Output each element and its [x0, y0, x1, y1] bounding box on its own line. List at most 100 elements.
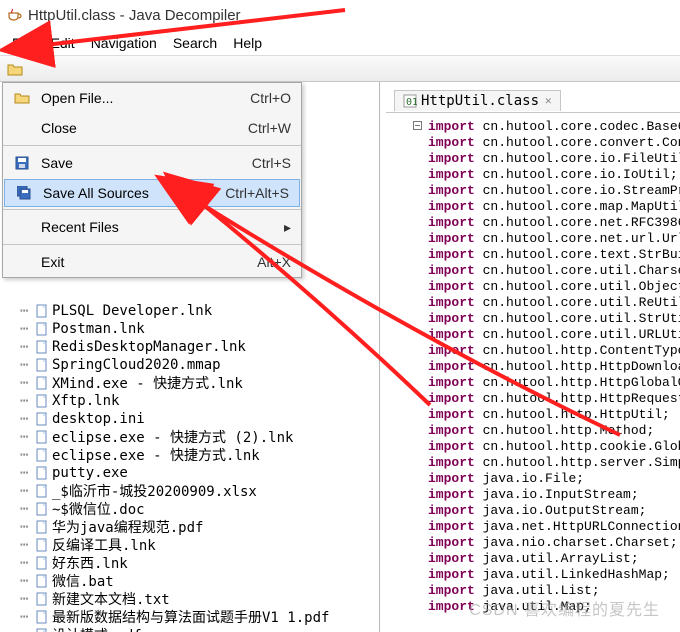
tree-item[interactable]: ⋯新建文本文档.txt [0, 590, 379, 608]
tree-twisty: ⋯ [20, 591, 34, 607]
tree-item[interactable]: ⋯好东西.lnk [0, 554, 379, 572]
code-text: import java.util.LinkedHashMap; [428, 567, 670, 583]
editor-tab[interactable]: 01 HttpUtil.class ✕ [394, 90, 561, 111]
tree-twisty: ⋯ [20, 339, 34, 355]
menu-item-save[interactable]: Save Ctrl+S [3, 148, 301, 178]
gutter [406, 343, 428, 359]
tree-item[interactable]: ⋯XMind.exe - 快捷方式.lnk [0, 374, 379, 392]
tree-item-label: SpringCloud2020.mmap [52, 357, 221, 373]
tree-item[interactable]: ⋯Xftp.lnk [0, 392, 379, 410]
tree-item[interactable]: ⋯微信.bat [0, 572, 379, 590]
save-icon [13, 156, 31, 170]
code-line: import java.nio.charset.Charset; [406, 535, 680, 551]
tree-item-label: eclipse.exe - 快捷方式.lnk [52, 445, 260, 465]
file-icon [34, 627, 50, 632]
code-line: import cn.hutool.core.io.StreamProgr [406, 183, 680, 199]
menu-item-recent[interactable]: Recent Files ▸ [3, 212, 301, 242]
menu-file[interactable]: File [4, 31, 43, 55]
tree-item[interactable]: ⋯_$临沂市-城投20200909.xlsx [0, 482, 379, 500]
tree-item[interactable]: ⋯eclipse.exe - 快捷方式.lnk [0, 446, 379, 464]
tree-item[interactable]: ⋯SpringCloud2020.mmap [0, 356, 379, 374]
close-icon[interactable]: ✕ [545, 94, 552, 107]
menu-item-shortcut: Ctrl+S [252, 155, 291, 171]
gutter [406, 199, 428, 215]
tree-item[interactable]: ⋯ putty.exe [0, 464, 379, 482]
tree-item[interactable]: ⋯~$微信位.doc [0, 500, 379, 518]
menu-edit[interactable]: Edit [43, 31, 83, 55]
menu-item-save-all-sources[interactable]: Save All Sources Ctrl+Alt+S [4, 179, 300, 207]
tree-item[interactable]: ⋯最新版数据结构与算法面试题手册V1 1.pdf [0, 608, 379, 626]
tree-item[interactable]: ⋯反编译工具.lnk [0, 536, 379, 554]
menu-item-open[interactable]: Open File... Ctrl+O [3, 83, 301, 113]
menu-sep [3, 145, 301, 146]
gutter [406, 151, 428, 167]
editor-pane: 01 HttpUtil.class ✕ import cn.hutool.cor… [380, 82, 680, 632]
toolbar-open-icon[interactable] [6, 60, 24, 78]
tree-twisty: ⋯ [20, 501, 34, 517]
code-line: import cn.hutool.core.text.StrBuilde [406, 247, 680, 263]
tree-item-label: 微信.bat [52, 571, 114, 591]
menu-item-label: Exit [41, 254, 257, 270]
code-text: import cn.hutool.core.io.StreamProgr [428, 183, 680, 199]
tree-twisty: ⋯ [20, 429, 34, 445]
code-line: import java.net.HttpURLConnection; [406, 519, 680, 535]
fold-icon[interactable] [413, 121, 422, 130]
title-bar: HttpUtil.class - Java Decompiler [0, 0, 680, 30]
code-text: import cn.hutool.core.util.StrUtil; [428, 311, 680, 327]
gutter [406, 183, 428, 199]
file-tree[interactable]: ⋯PLSQL Developer.lnk⋯Postman.lnk⋯RedisDe… [0, 300, 379, 632]
code-area[interactable]: import cn.hutool.core.codec.Base64; impor… [386, 112, 680, 615]
menu-item-close[interactable]: Close Ctrl+W [3, 113, 301, 143]
menu-item-exit[interactable]: Exit Alt+X [3, 247, 301, 277]
tree-item-label: putty.exe [52, 465, 128, 481]
code-line: import cn.hutool.core.util.CharsetUt [406, 263, 680, 279]
menu-bar: File Edit Navigation Search Help [0, 30, 680, 56]
menu-search[interactable]: Search [165, 31, 225, 55]
window-title: HttpUtil.class - Java Decompiler [28, 7, 241, 24]
file-icon [34, 591, 50, 607]
tree-item-label: 反编译工具.lnk [52, 535, 156, 555]
tree-item[interactable]: ⋯PLSQL Developer.lnk [0, 302, 379, 320]
gutter [406, 279, 428, 295]
code-line: import cn.hutool.core.net.RFC3986; [406, 215, 680, 231]
editor-tab-bar: 01 HttpUtil.class ✕ [386, 88, 680, 112]
menu-item-label: Save [41, 155, 252, 171]
code-line: import cn.hutool.core.util.StrUtil; [406, 311, 680, 327]
tree-twisty: ⋯ [20, 411, 34, 427]
tree-item[interactable]: ⋯ RedisDesktopManager.lnk [0, 338, 379, 356]
gutter [406, 295, 428, 311]
code-line: import cn.hutool.core.codec.Base64; [406, 119, 680, 135]
tree-item[interactable]: ⋯华为java编程规范.pdf [0, 518, 379, 536]
tree-twisty: ⋯ [20, 519, 34, 535]
code-line: import java.io.OutputStream; [406, 503, 680, 519]
code-text: import cn.hutool.core.util.ReUtil; [428, 295, 680, 311]
file-icon [34, 321, 50, 337]
app-icon [6, 7, 22, 23]
tree-item-label: PLSQL Developer.lnk [52, 303, 212, 319]
gutter [406, 503, 428, 519]
menu-navigation[interactable]: Navigation [83, 31, 165, 55]
menu-item-label: Recent Files [41, 219, 284, 235]
tree-item[interactable]: ⋯desktop.ini [0, 410, 379, 428]
gutter [406, 391, 428, 407]
menu-help[interactable]: Help [225, 31, 270, 55]
chevron-right-icon: ▸ [284, 219, 291, 236]
code-line: import java.io.InputStream; [406, 487, 680, 503]
code-line: import cn.hutool.http.server.SimpleS [406, 455, 680, 471]
gutter [406, 375, 428, 391]
code-text: import cn.hutool.http.HttpGlobalConf [428, 375, 680, 391]
gutter [406, 471, 428, 487]
tree-item[interactable]: ⋯eclipse.exe - 快捷方式 (2).lnk [0, 428, 379, 446]
menu-item-shortcut: Ctrl+Alt+S [225, 185, 289, 201]
editor-tab-title: HttpUtil.class [421, 93, 539, 109]
tree-item[interactable]: ⋯Postman.lnk [0, 320, 379, 338]
tree-item-label: RedisDesktopManager.lnk [52, 339, 246, 355]
gutter [406, 551, 428, 567]
menu-sep [3, 244, 301, 245]
file-icon [34, 357, 50, 373]
gutter [406, 439, 428, 455]
code-line: import cn.hutool.core.util.ReUtil; [406, 295, 680, 311]
tree-twisty: ⋯ [20, 465, 34, 481]
file-icon [34, 303, 50, 319]
code-text: import cn.hutool.http.Method; [428, 423, 654, 439]
